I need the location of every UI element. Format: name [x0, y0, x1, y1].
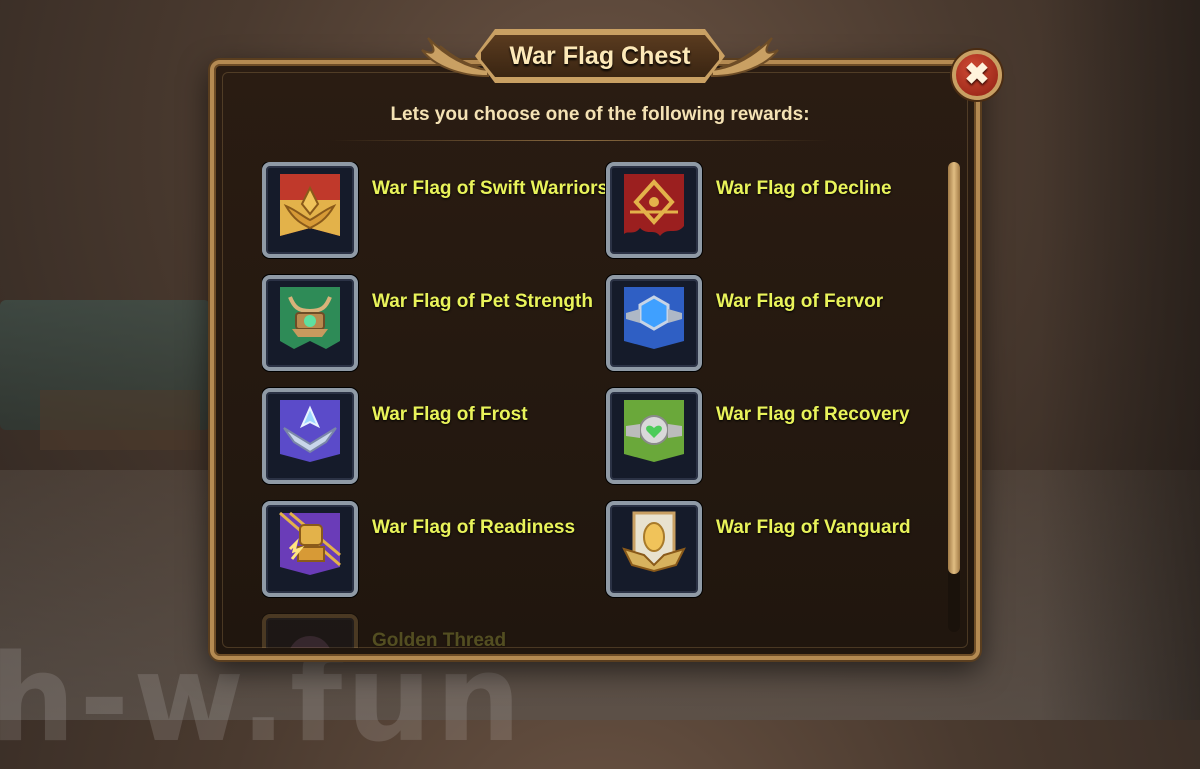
close-button[interactable]: ✖ — [952, 50, 1002, 100]
swift-warriors-flag-icon — [280, 174, 340, 236]
decline-flag-icon — [624, 174, 684, 236]
reward-icon-frame — [606, 388, 702, 484]
reward-item-recovery[interactable]: War Flag of Recovery — [606, 388, 936, 484]
dialog-title: War Flag Chest — [509, 42, 691, 70]
reward-item-decline[interactable]: War Flag of Decline — [606, 162, 936, 258]
reward-item-swift-warriors[interactable]: War Flag of Swift Warriors — [262, 162, 608, 258]
reward-item-fervor[interactable]: War Flag of Fervor — [606, 275, 936, 371]
reward-item-vanguard[interactable]: War Flag of Vanguard — [606, 501, 936, 597]
fervor-flag-icon — [624, 287, 684, 349]
reward-name: War Flag of Vanguard — [716, 517, 911, 538]
reward-item-readiness[interactable]: War Flag of Readiness — [262, 501, 592, 597]
reward-item-frost[interactable]: War Flag of Frost — [262, 388, 592, 484]
vanguard-flag-icon — [622, 511, 686, 573]
reward-icon-frame — [262, 614, 358, 648]
reward-name: War Flag of Pet Strength — [372, 291, 593, 312]
reward-name: War Flag of Fervor — [716, 291, 884, 312]
background-cart — [40, 390, 200, 450]
recovery-flag-icon — [624, 400, 684, 462]
golden-thread-icon — [290, 636, 330, 648]
reward-icon-frame — [262, 162, 358, 258]
reward-name: War Flag of Frost — [372, 404, 528, 425]
reward-icon-frame — [606, 501, 702, 597]
reward-item-pet-strength[interactable]: War Flag of Pet Strength — [262, 275, 593, 371]
reward-item-golden-thread[interactable]: Golden Thread — [262, 614, 592, 648]
dialog-subtitle: Lets you choose one of the following rew… — [390, 104, 810, 125]
reward-name: Golden Thread — [372, 630, 507, 648]
reward-icon-frame — [262, 388, 358, 484]
background-shadow — [1040, 0, 1200, 720]
frost-flag-icon — [280, 400, 340, 462]
reward-icon-frame — [606, 275, 702, 371]
dialog-title-banner: War Flag Chest — [420, 22, 780, 92]
close-icon: ✖ — [964, 58, 990, 91]
reward-icon-frame — [262, 275, 358, 371]
reward-name: War Flag of Swift Warriors — [372, 178, 609, 199]
scrollbar-thumb[interactable] — [948, 162, 960, 574]
reward-name: War Flag of Recovery — [716, 404, 910, 425]
reward-name: War Flag of Readiness — [372, 517, 576, 538]
reward-icon-frame — [262, 501, 358, 597]
reward-icon-frame — [606, 162, 702, 258]
subtitle-divider — [330, 140, 830, 141]
reward-list[interactable]: War Flag of Swift Warriors War Flag of D… — [262, 162, 942, 648]
readiness-flag-icon — [279, 511, 341, 575]
reward-name: War Flag of Decline — [716, 178, 892, 199]
pet-strength-flag-icon — [280, 287, 340, 349]
